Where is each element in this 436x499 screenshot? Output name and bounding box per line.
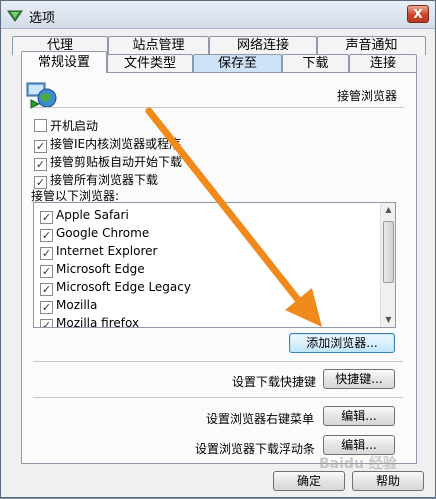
tab-connection[interactable]: 连接 — [349, 54, 417, 73]
option-ie-takeover[interactable]: ✓ 接管IE内核浏览器或程序 — [34, 135, 181, 153]
options-dialog: 选项 X 代理 站点管理 网络连接 声音通知 常规设置 文件类型 保存至 下载 … — [0, 0, 436, 498]
section-heading: 接管浏览器 — [336, 89, 397, 103]
list-item[interactable]: ✓ Mozilla — [40, 297, 97, 315]
browser-checkbox[interactable]: ✓ — [40, 211, 53, 224]
title-bar: 选项 X — [1, 1, 435, 29]
context-menu-edit-button[interactable]: 编辑... — [323, 406, 395, 426]
tab-file-types[interactable]: 文件类型 — [107, 54, 193, 73]
tab-site-manager[interactable]: 站点管理 — [108, 36, 209, 55]
option-autostart[interactable]: 开机启动 — [34, 117, 98, 133]
tab-save-to[interactable]: 保存至 — [193, 54, 282, 73]
app-arrow-icon — [7, 10, 23, 22]
tab-network[interactable]: 网络连接 — [209, 36, 317, 55]
divider — [33, 397, 403, 398]
shortcut-button[interactable]: 快捷键... — [323, 369, 395, 389]
browser-list[interactable]: ✓ Apple Safari ✓ Google Chrome ✓ Internet E… — [33, 202, 396, 328]
section-divider — [34, 107, 404, 108]
divider — [33, 361, 403, 362]
tab-general[interactable]: 常规设置 — [21, 51, 107, 73]
watermark: Baidu 经验 — [319, 456, 397, 472]
list-item[interactable]: ✓ Microsoft Edge — [40, 261, 145, 279]
autostart-checkbox[interactable] — [34, 119, 47, 132]
list-item[interactable]: ✓ Microsoft Edge Legacy — [40, 279, 191, 297]
close-button[interactable]: X — [407, 5, 429, 23]
option-clipboard[interactable]: ✓ 接管剪贴板自动开始下载 — [34, 153, 182, 171]
browser-checkbox[interactable]: ✓ — [40, 265, 53, 278]
ok-button[interactable]: 确定 — [273, 471, 345, 491]
clipboard-checkbox[interactable]: ✓ — [34, 158, 47, 171]
floating-bar-edit-button[interactable]: 编辑... — [323, 435, 395, 455]
browser-checkbox[interactable]: ✓ — [40, 229, 53, 242]
list-scrollbar[interactable]: ▲ ▼ — [380, 203, 395, 327]
shortcut-label: 设置下载快捷键 — [232, 375, 317, 389]
browser-checkbox[interactable]: ✓ — [40, 283, 53, 296]
tab-sound[interactable]: 声音通知 — [317, 36, 426, 55]
window-title: 选项 — [29, 11, 56, 26]
scroll-down-icon[interactable]: ▼ — [381, 313, 395, 327]
add-browser-button[interactable]: 添加浏览器... — [289, 333, 395, 353]
list-item[interactable]: ✓ Internet Explorer — [40, 243, 157, 261]
browser-checkbox[interactable]: ✓ — [40, 319, 53, 327]
option-all-browsers[interactable]: ✓ 接管所有浏览器下载 — [34, 171, 158, 189]
browser-checkbox[interactable]: ✓ — [40, 247, 53, 260]
list-item[interactable]: ✓ Mozilla firefox — [40, 315, 139, 327]
context-menu-label: 设置浏览器右键菜单 — [206, 412, 315, 426]
ie-takeover-checkbox[interactable]: ✓ — [34, 140, 47, 153]
scroll-up-icon[interactable]: ▲ — [381, 203, 395, 217]
list-item[interactable]: ✓ Google Chrome — [40, 225, 149, 243]
help-button[interactable]: 帮助 — [352, 471, 424, 491]
floating-bar-label: 设置浏览器下载浮动条 — [195, 442, 316, 456]
browser-checkbox[interactable]: ✓ — [40, 301, 53, 314]
list-item[interactable]: ✓ Apple Safari — [40, 207, 129, 225]
scroll-thumb[interactable] — [383, 221, 394, 283]
tab-download[interactable]: 下载 — [282, 54, 349, 73]
